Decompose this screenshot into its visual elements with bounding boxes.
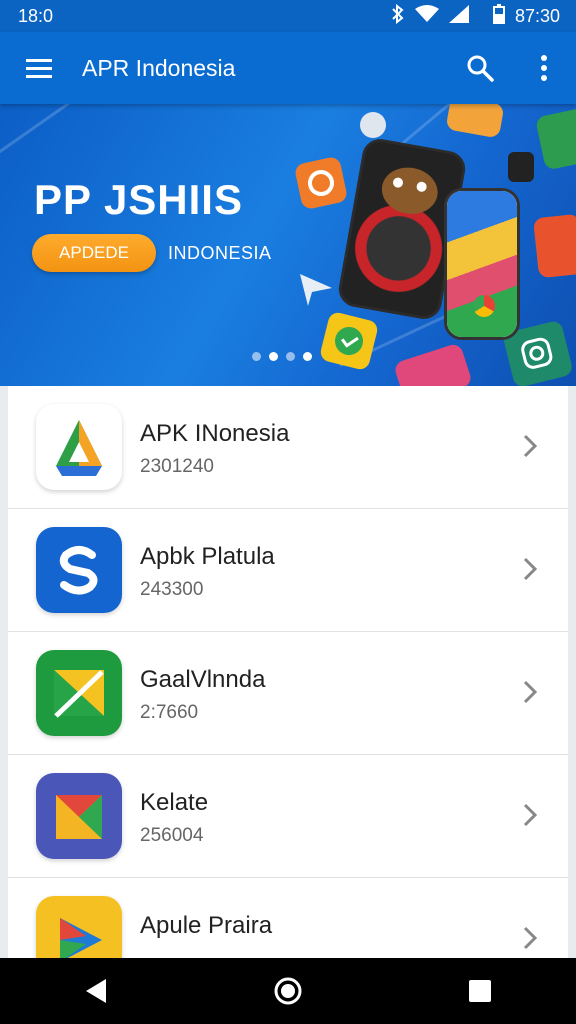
app-meta: 256004 xyxy=(140,825,204,846)
chevron-right-icon xyxy=(523,680,538,704)
app-name: Kelate xyxy=(140,789,209,816)
home-icon xyxy=(274,977,302,1005)
carousel-dot[interactable] xyxy=(252,352,261,361)
banner-headline: PP JSHIIS xyxy=(34,176,243,223)
banner-cta-button[interactable]: APDEDE xyxy=(32,234,156,272)
status-time-left: 18:0 xyxy=(18,5,54,26)
home-button[interactable] xyxy=(248,958,328,1024)
floating-app-icon xyxy=(293,155,349,211)
carousel-dot[interactable] xyxy=(303,352,312,361)
list-item[interactable]: GaalVlnnda 2:7660 xyxy=(8,632,568,755)
status-icons: 87:30 xyxy=(391,3,560,29)
floating-app-icon xyxy=(532,213,576,279)
s-logo-icon xyxy=(36,527,122,613)
app-bar: APR Indonesia xyxy=(0,32,576,104)
app-name: Apule Praira xyxy=(140,912,273,939)
chevron-right-icon xyxy=(523,926,538,950)
status-bar: 18:0 87:30 xyxy=(0,0,576,32)
app-name: GaalVlnnda xyxy=(140,666,266,693)
signal-icon xyxy=(448,4,469,28)
triangle-logo-icon xyxy=(36,404,122,490)
chevron-right-icon xyxy=(523,557,538,581)
menu-button[interactable] xyxy=(0,32,78,104)
recents-button[interactable] xyxy=(440,958,520,1024)
list-item[interactable]: Kelate 256004 xyxy=(8,755,568,878)
carousel-dot[interactable] xyxy=(286,352,295,361)
wifi-icon xyxy=(414,4,439,28)
carousel-dot[interactable] xyxy=(269,352,278,361)
menu-icon xyxy=(26,59,52,78)
floating-app-icon xyxy=(534,107,576,171)
bluetooth-icon xyxy=(391,3,405,29)
paper-plane-icon xyxy=(300,274,332,306)
app-meta: 2:7660 xyxy=(140,702,199,723)
back-button[interactable] xyxy=(56,958,136,1024)
back-icon xyxy=(86,979,106,1003)
app-list: APK INonesia 2301240 Apbk Platula 243300… xyxy=(8,386,568,958)
search-icon xyxy=(467,55,494,82)
phone-illustration xyxy=(444,188,520,340)
carousel-indicator[interactable] xyxy=(252,352,312,361)
app-title: APR Indonesia xyxy=(82,54,236,81)
app-meta: 2301240 xyxy=(140,456,214,477)
chevron-right-icon xyxy=(523,434,538,458)
list-item[interactable]: Apbk Platula 243300 xyxy=(8,509,568,632)
pen-logo-icon xyxy=(36,650,122,736)
system-nav-bar xyxy=(0,958,576,1024)
floating-app-icon xyxy=(392,342,474,386)
promo-banner[interactable]: PP JSHIIS APDEDE INDONESIA xyxy=(0,104,576,386)
more-vert-icon xyxy=(541,55,547,81)
app-name: APK INonesia xyxy=(140,420,290,447)
layers-logo-icon xyxy=(36,773,122,859)
floating-app-icon xyxy=(318,310,380,372)
app-name: Apbk Platula xyxy=(140,543,275,570)
floating-app-icon xyxy=(445,104,505,139)
battery-icon xyxy=(492,3,505,29)
banner-subtitle: INDONESIA xyxy=(168,243,272,263)
floating-app-icon xyxy=(360,112,386,138)
app-meta: 243300 xyxy=(140,579,204,600)
play-logo-icon xyxy=(36,896,122,958)
list-item[interactable]: APK INonesia 2301240 xyxy=(8,386,568,509)
chevron-right-icon xyxy=(523,803,538,827)
recents-icon xyxy=(469,980,491,1002)
status-time-right: 87:30 xyxy=(514,5,560,26)
search-button[interactable] xyxy=(448,32,512,104)
banner-decoration xyxy=(0,104,112,167)
more-options-button[interactable] xyxy=(512,32,576,104)
list-item[interactable]: Apule Praira xyxy=(8,878,568,958)
floating-app-icon xyxy=(508,152,534,182)
